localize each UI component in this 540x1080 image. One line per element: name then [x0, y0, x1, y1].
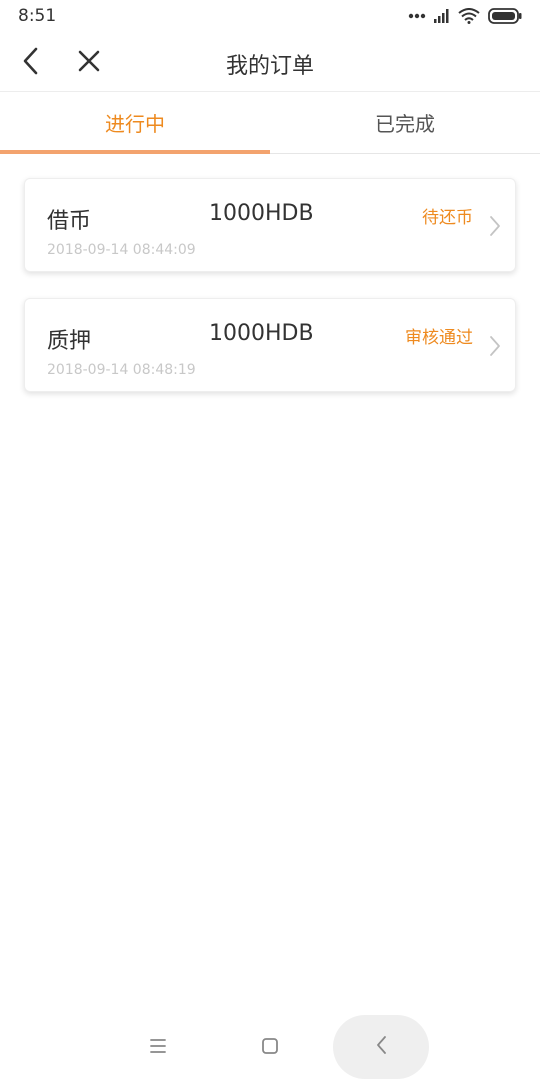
chevron-right-icon	[489, 335, 501, 361]
order-type: 质押	[47, 329, 92, 354]
status-bar: 8:51	[0, 0, 540, 34]
order-type: 借币	[47, 209, 92, 234]
order-amount: 1000HDB	[209, 321, 314, 346]
order-time: 2018-09-14 08:44:09	[47, 242, 196, 258]
nav-bar: 我的订单	[0, 34, 540, 92]
more-dots-icon	[408, 13, 426, 19]
back-icon	[374, 1034, 388, 1060]
tab-label: 进行中	[105, 112, 165, 136]
order-status: 审核通过	[405, 328, 473, 348]
status-icons	[408, 8, 522, 24]
tab-label: 已完成	[375, 112, 435, 136]
order-card[interactable]: 借币 1000HDB 待还币 2018-09-14 08:44:09	[24, 178, 516, 272]
system-back-button[interactable]	[333, 1015, 429, 1079]
wifi-icon	[458, 8, 480, 24]
home-button[interactable]	[258, 1034, 282, 1058]
order-card[interactable]: 质押 1000HDB 审核通过 2018-09-14 08:48:19	[24, 298, 516, 392]
home-square-icon	[258, 1038, 282, 1062]
tab-in-progress[interactable]: 进行中	[0, 92, 270, 153]
chevron-right-icon	[489, 215, 501, 241]
page-title: 我的订单	[225, 54, 314, 79]
order-tabs: 进行中 已完成	[0, 92, 540, 154]
menu-button[interactable]	[146, 1034, 170, 1058]
menu-icon	[146, 1039, 170, 1062]
status-time: 8:51	[18, 6, 57, 26]
battery-icon	[488, 8, 522, 24]
signal-icon	[434, 9, 450, 23]
order-status: 待还币	[422, 208, 473, 228]
order-time: 2018-09-14 08:48:19	[47, 362, 196, 378]
system-nav-bar	[0, 1012, 540, 1080]
order-amount: 1000HDB	[209, 201, 314, 226]
screen: 8:51 我的订单 进行中 已完成 借币 1000HDB 待还币 2018-09…	[0, 0, 540, 1080]
tab-indicator	[0, 150, 270, 154]
tab-completed[interactable]: 已完成	[270, 92, 540, 153]
